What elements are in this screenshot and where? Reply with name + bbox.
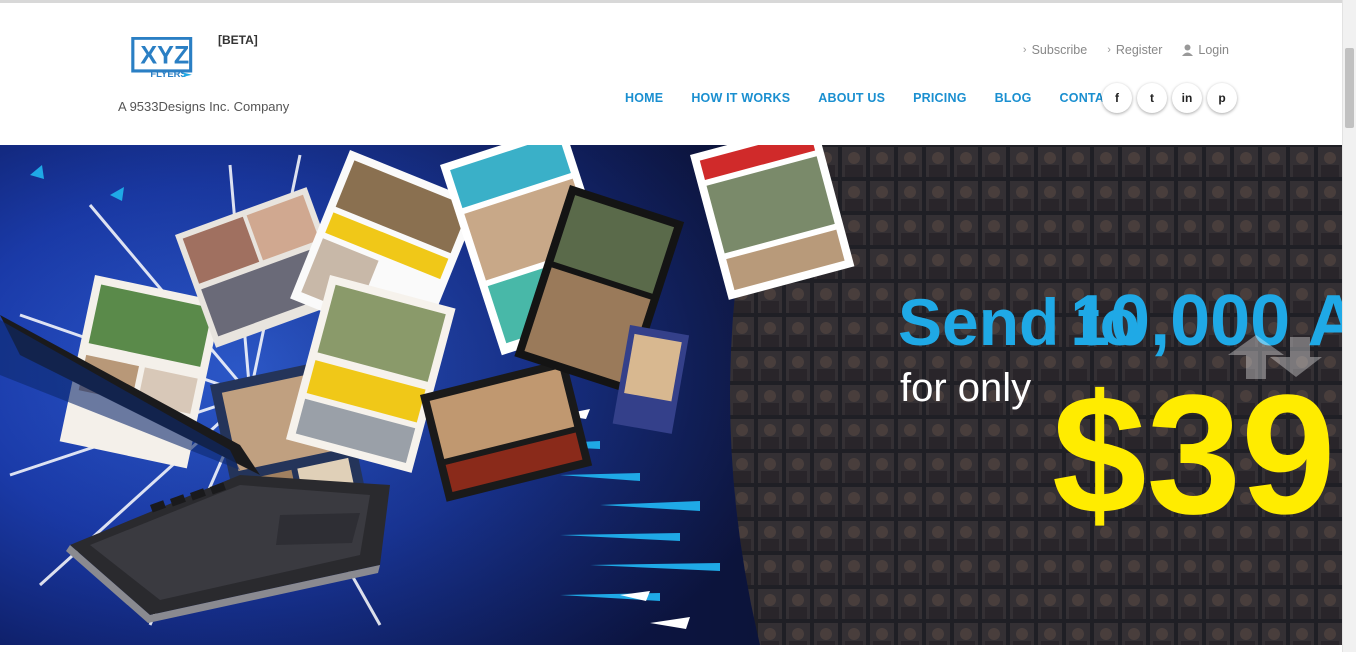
register-link[interactable]: › Register bbox=[1107, 43, 1162, 57]
site-logo[interactable]: XYZ FLYERS [BETA] A 9533Designs Inc. Com… bbox=[118, 33, 298, 123]
user-icon bbox=[1182, 44, 1194, 56]
page-bottom bbox=[0, 645, 1343, 652]
vertical-scrollbar[interactable] bbox=[1342, 0, 1356, 652]
main-nav: HOME HOW IT WORKS ABOUT US PRICING BLOG … bbox=[625, 91, 1121, 105]
scrollbar-thumb[interactable] bbox=[1345, 48, 1354, 128]
twitter-icon[interactable]: t bbox=[1137, 83, 1167, 113]
hero-banner-graphic: Send to 10,000 Ag for only $39. bbox=[0, 145, 1343, 645]
chevron-right-icon: › bbox=[1107, 44, 1111, 56]
beta-badge: [BETA] bbox=[218, 33, 258, 47]
logo-tagline: A 9533Designs Inc. Company bbox=[118, 99, 290, 114]
login-label: Login bbox=[1198, 43, 1229, 57]
utility-nav: › Subscribe › Register Login bbox=[1023, 43, 1229, 57]
login-link[interactable]: Login bbox=[1182, 43, 1229, 57]
logo-sub: FLYERS bbox=[150, 68, 186, 79]
headline-for-only: for only bbox=[900, 366, 1031, 410]
pinterest-icon[interactable]: p bbox=[1207, 83, 1237, 113]
nav-about-us[interactable]: ABOUT US bbox=[818, 91, 885, 105]
headline-price: $39. bbox=[1052, 360, 1343, 550]
social-links: f t in p bbox=[1102, 83, 1237, 113]
logo-wordmark: XYZ bbox=[140, 41, 189, 69]
nav-blog[interactable]: BLOG bbox=[995, 91, 1032, 105]
chevron-right-icon: › bbox=[1022, 44, 1027, 56]
hero-banner[interactable]: Send to 10,000 Ag for only $39. bbox=[0, 145, 1343, 645]
subscribe-link[interactable]: › Subscribe bbox=[1023, 43, 1087, 57]
site-header: XYZ FLYERS [BETA] A 9533Designs Inc. Com… bbox=[0, 3, 1343, 145]
linkedin-icon[interactable]: in bbox=[1172, 83, 1202, 113]
nav-pricing[interactable]: PRICING bbox=[913, 91, 967, 105]
nav-how-it-works[interactable]: HOW IT WORKS bbox=[691, 91, 790, 105]
register-label: Register bbox=[1115, 43, 1163, 57]
subscribe-label: Subscribe bbox=[1031, 43, 1088, 57]
nav-home[interactable]: HOME bbox=[625, 91, 663, 105]
logo-mark: XYZ FLYERS bbox=[131, 37, 193, 79]
facebook-icon[interactable]: f bbox=[1102, 83, 1132, 113]
